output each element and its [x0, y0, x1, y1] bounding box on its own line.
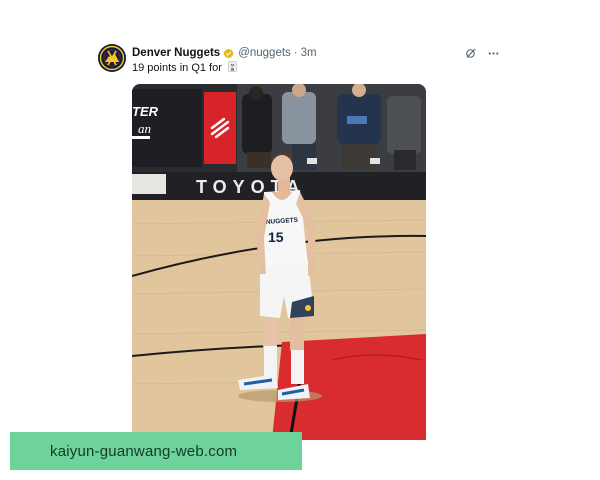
banner-text: kaiyun-guanwang-web.com [50, 442, 238, 460]
joker-card-emoji-icon [227, 61, 238, 72]
author-handle[interactable]: @nuggets [238, 47, 291, 59]
sign-text-2: an [138, 121, 151, 136]
tweet-timestamp[interactable]: 3m [301, 47, 317, 59]
grok-icon[interactable] [464, 47, 477, 60]
avatar[interactable] [98, 44, 126, 72]
tweet-body: 19 points in Q1 for [132, 62, 222, 74]
more-dots-icon[interactable] [487, 47, 500, 60]
tweet-header: Denver Nuggets @nuggets · 3m [132, 44, 502, 62]
sign-text: TER [132, 104, 159, 119]
separator-dot: · [293, 47, 298, 59]
author-name[interactable]: Denver Nuggets [132, 47, 220, 59]
page: Denver Nuggets @nuggets · 3m 19 points i… [0, 0, 600, 480]
jersey-number: 15 [268, 229, 284, 245]
tweet-actions [464, 44, 500, 62]
tweet-text: 19 points in Q1 for [132, 61, 238, 74]
tweet-media-image[interactable]: TER an TOYOTA NUGGETS 15 [132, 84, 426, 440]
basketball-photo: TER an TOYOTA NUGGETS 15 [132, 84, 426, 440]
watermark-banner: kaiyun-guanwang-web.com [10, 432, 302, 470]
denver-nuggets-logo-icon [98, 44, 126, 72]
verified-badge-icon [223, 48, 234, 59]
arena-sign: TER an [132, 89, 236, 167]
